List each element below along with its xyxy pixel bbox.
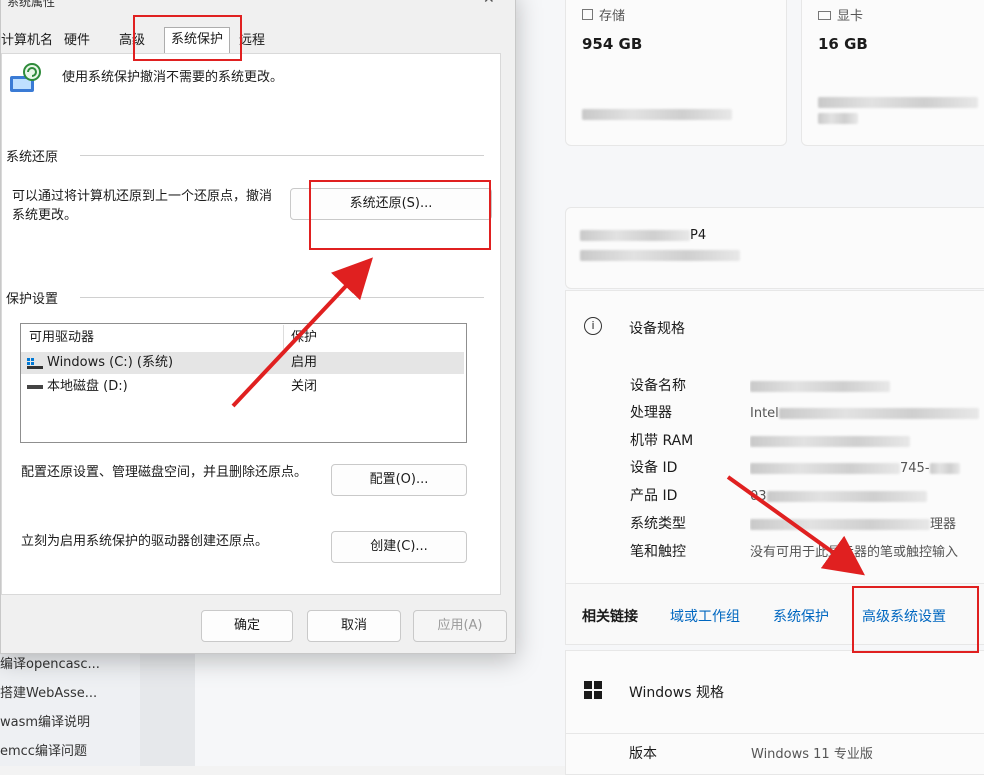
divider bbox=[80, 297, 484, 298]
spec-label: 设备名称 bbox=[630, 378, 686, 394]
spec-value bbox=[750, 374, 980, 399]
edition-label: 版本 bbox=[629, 746, 657, 762]
storage-card: 存储 954 GB bbox=[565, 0, 787, 146]
domain-workgroup-link[interactable]: 域或工作组 bbox=[670, 606, 740, 626]
drive-name: 本地磁盘 (D:) bbox=[47, 379, 128, 394]
tab-hardware[interactable]: 硬件 bbox=[58, 29, 96, 53]
divider bbox=[80, 155, 484, 156]
system-properties-dialog: 系统属性 ✕ 计算机名 硬件 高级 系统保护 远程 使用系统保护撤消不需要的系统… bbox=[0, 0, 516, 654]
spec-value: 745- bbox=[750, 456, 980, 481]
info-icon: i bbox=[584, 317, 602, 335]
configure-description: 配置还原设置、管理磁盘空间，并且删除还原点。 bbox=[21, 465, 308, 480]
column-divider[interactable] bbox=[283, 325, 284, 349]
redacted-text bbox=[818, 113, 858, 124]
dialog-title: 系统属性 bbox=[7, 0, 56, 9]
annotation-box bbox=[133, 15, 242, 61]
intro-text: 使用系统保护撤消不需要的系统更改。 bbox=[62, 70, 284, 85]
redacted-text bbox=[580, 250, 740, 261]
drive-status: 启用 bbox=[291, 355, 318, 370]
device-specs-header[interactable]: 设备规格 bbox=[629, 318, 685, 338]
related-links-label: 相关链接 bbox=[582, 609, 638, 625]
drive-list[interactable]: 可用驱动器 保护 Windows (C:) (系统) 启用 本地磁盘 (D:) … bbox=[20, 323, 467, 443]
edition-row: 版本 Windows 11 专业版 bbox=[565, 733, 984, 775]
create-button[interactable]: 创建(C)... bbox=[331, 531, 467, 563]
list-item[interactable]: wasm编译说明 bbox=[0, 708, 140, 737]
redacted-text bbox=[818, 97, 978, 108]
spec-label: 笔和触控 bbox=[630, 544, 686, 560]
gpu-title: 显卡 bbox=[837, 9, 864, 24]
drive-status: 关闭 bbox=[291, 379, 318, 394]
windows-spec-card: Windows 规格 bbox=[565, 650, 984, 734]
storage-value: 954 GB bbox=[582, 35, 643, 53]
column-header-protection[interactable]: 保护 bbox=[291, 327, 317, 349]
spec-label: 机带 RAM bbox=[630, 433, 694, 449]
disk-drive-icon bbox=[27, 385, 43, 389]
windows-drive-icon bbox=[27, 356, 43, 369]
table-row[interactable]: Windows (C:) (系统) 启用 bbox=[21, 352, 464, 374]
spec-value: 没有可用于此显示器的笔或触控输入 bbox=[750, 545, 959, 560]
windows-logo-icon bbox=[584, 681, 602, 699]
column-header-drive[interactable]: 可用驱动器 bbox=[29, 327, 94, 349]
spec-label: 产品 ID bbox=[630, 488, 678, 504]
background-article-list: 编译opencasc... 搭建WebAsse... wasm编译说明 emcc… bbox=[0, 650, 140, 766]
system-protection-link[interactable]: 系统保护 bbox=[773, 606, 829, 626]
edition-value: Windows 11 专业版 bbox=[751, 747, 873, 762]
spec-value: 理器 bbox=[750, 512, 980, 537]
restore-group-label: 系统还原 bbox=[6, 150, 59, 165]
configure-button[interactable]: 配置(O)... bbox=[331, 464, 467, 496]
redacted-text bbox=[582, 109, 732, 120]
gpu-icon bbox=[818, 11, 831, 20]
apply-button[interactable]: 应用(A) bbox=[413, 610, 507, 642]
spec-value bbox=[750, 429, 980, 454]
annotation-box bbox=[852, 586, 979, 653]
spec-label: 系统类型 bbox=[630, 516, 686, 532]
annotation-box bbox=[309, 180, 491, 250]
gpu-card: 显卡 16 GB bbox=[801, 0, 984, 146]
list-item[interactable]: emcc编译问题 bbox=[0, 737, 140, 766]
drive-name: Windows (C:) (系统) bbox=[47, 355, 174, 370]
tab-computer-name[interactable]: 计算机名 bbox=[0, 29, 59, 53]
table-header-row: 可用驱动器 保护 bbox=[21, 325, 464, 349]
list-item[interactable]: 搭建WebAsse... bbox=[0, 679, 140, 708]
gpu-value: 16 GB bbox=[818, 35, 868, 53]
cancel-button[interactable]: 取消 bbox=[307, 610, 401, 642]
spec-label: 设备 ID bbox=[630, 460, 678, 476]
windows-spec-title[interactable]: Windows 规格 bbox=[629, 682, 724, 702]
device-name-card: P4 bbox=[565, 207, 984, 289]
system-protection-icon bbox=[8, 62, 42, 96]
redacted-text bbox=[580, 230, 690, 241]
list-item[interactable]: 编译opencasc... bbox=[0, 650, 140, 679]
restore-description: 可以通过将计算机还原到上一个还原点，撤消 系统更改。 bbox=[12, 189, 273, 223]
device-name-suffix: P4 bbox=[690, 228, 707, 243]
storage-title: 存储 bbox=[599, 9, 626, 24]
table-row[interactable]: 本地磁盘 (D:) 关闭 bbox=[21, 376, 464, 398]
protection-group-label: 保护设置 bbox=[6, 292, 59, 307]
spec-label: 处理器 bbox=[630, 405, 672, 421]
storage-icon bbox=[582, 9, 593, 20]
background-left-strip bbox=[140, 640, 195, 766]
spec-value: Intel bbox=[750, 401, 980, 426]
close-icon[interactable]: ✕ bbox=[483, 0, 495, 7]
spec-value: 03 bbox=[750, 484, 980, 509]
create-description: 立刻为启用系统保护的驱动器创建还原点。 bbox=[21, 534, 269, 549]
ok-button[interactable]: 确定 bbox=[201, 610, 293, 642]
